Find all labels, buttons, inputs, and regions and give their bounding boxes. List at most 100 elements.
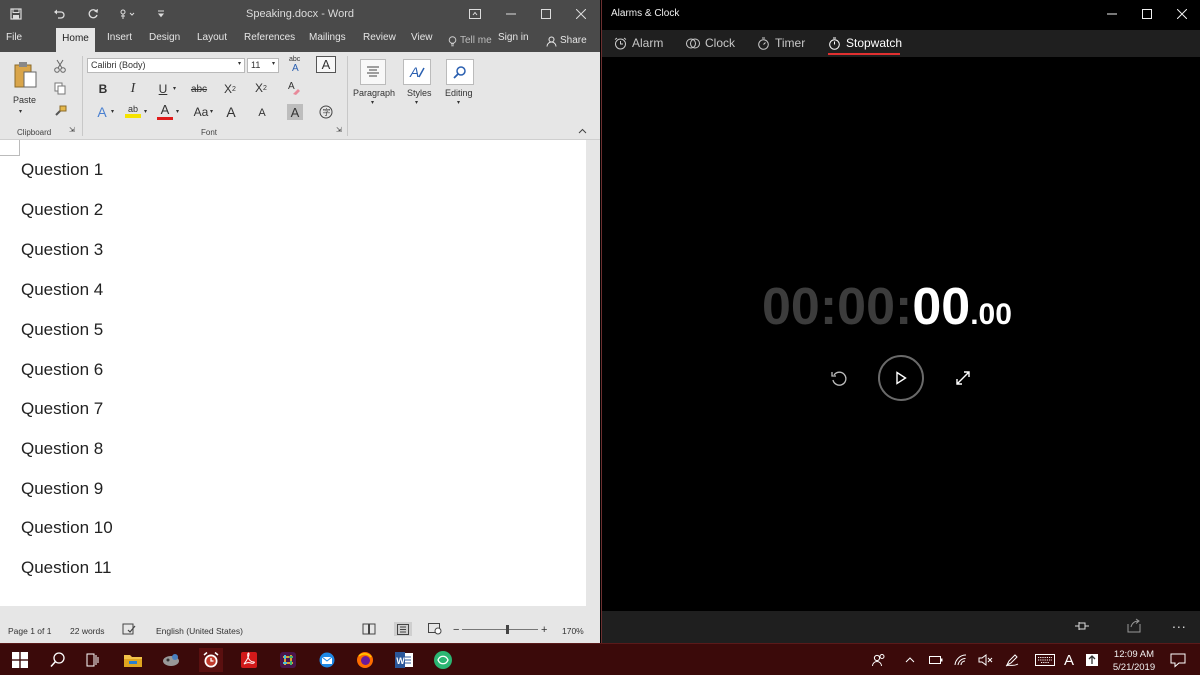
share-button[interactable]: Share (546, 32, 587, 50)
search-icon[interactable] (46, 648, 70, 672)
font-size-dropdown-icon[interactable]: ▾ (272, 60, 275, 67)
tab-insert[interactable]: Insert (107, 32, 132, 50)
acrobat-reader-icon[interactable] (237, 648, 261, 672)
clear-formatting-icon[interactable]: A (286, 79, 302, 97)
touch-mode-icon[interactable] (116, 4, 138, 24)
nav-alarm[interactable]: Alarm (614, 36, 663, 50)
highlight-button[interactable]: ab (124, 102, 142, 120)
document-line[interactable]: Question 4 (21, 280, 103, 300)
clipboard-launcher-icon[interactable]: ⇲ (69, 126, 75, 134)
tab-review[interactable]: Review (363, 32, 396, 50)
firefox-icon[interactable] (353, 648, 377, 672)
document-page[interactable]: Question 1 Question 2 Question 3 Questio… (0, 140, 586, 606)
proofing-icon[interactable] (122, 623, 136, 637)
more-options-button[interactable]: ... (1172, 615, 1187, 631)
underline-dropdown-icon[interactable]: ▾ (173, 85, 176, 92)
restore-icon[interactable] (535, 4, 557, 24)
cut-icon[interactable] (52, 58, 68, 74)
document-line[interactable]: Question 5 (21, 320, 103, 340)
share-icon[interactable] (1126, 618, 1142, 638)
grow-font-button[interactable]: A (223, 104, 239, 120)
action-center-icon[interactable] (1166, 648, 1190, 672)
shrink-font-button[interactable]: A (254, 106, 270, 120)
language-indicator[interactable]: English (United States) (156, 626, 243, 636)
tab-file[interactable]: File (6, 32, 22, 50)
redo-icon[interactable] (82, 4, 104, 24)
minimize-icon[interactable] (500, 4, 522, 24)
mail-app-icon[interactable] (315, 648, 339, 672)
nav-clock[interactable]: Clock (686, 36, 735, 50)
close-icon[interactable] (1169, 4, 1195, 24)
tab-home[interactable]: Home (56, 28, 95, 52)
print-layout-icon[interactable] (394, 622, 412, 636)
highlight-dropdown-icon[interactable]: ▾ (144, 108, 147, 115)
green-app-icon[interactable] (431, 648, 455, 672)
zoom-slider[interactable] (462, 629, 538, 630)
zoom-in-button[interactable]: + (541, 624, 547, 636)
document-line[interactable]: Question 9 (21, 479, 103, 499)
styles-label[interactable]: Styles (407, 88, 432, 98)
web-layout-icon[interactable] (428, 623, 442, 637)
undo-icon[interactable] (48, 4, 70, 24)
touch-keyboard-icon[interactable] (1033, 648, 1057, 672)
paragraph-icon[interactable] (360, 59, 386, 85)
nav-stopwatch[interactable]: Stopwatch (828, 36, 902, 50)
search-icon[interactable] (446, 59, 474, 85)
page-count[interactable]: Page 1 of 1 (8, 626, 51, 636)
maximize-icon[interactable] (1134, 4, 1160, 24)
superscript-button[interactable]: X2 (253, 80, 269, 96)
volume-muted-icon[interactable] (976, 648, 996, 672)
tab-references[interactable]: References (244, 32, 295, 50)
character-shading-button[interactable]: A (287, 104, 303, 120)
subscript-button[interactable]: X2 (222, 81, 238, 97)
expand-button[interactable] (952, 367, 974, 389)
collapse-ribbon-icon[interactable] (578, 126, 587, 136)
font-color-button[interactable]: A (156, 102, 174, 120)
document-line[interactable]: Question 11 (21, 558, 111, 578)
editing-dropdown-icon[interactable]: ▾ (457, 99, 460, 106)
battery-icon[interactable] (926, 648, 946, 672)
tab-layout[interactable]: Layout (197, 32, 227, 50)
zoom-out-button[interactable]: − (453, 624, 459, 636)
close-icon[interactable] (570, 4, 592, 24)
text-effects-dropdown-icon[interactable]: ▾ (111, 108, 114, 115)
save-icon[interactable] (5, 4, 27, 24)
document-line[interactable]: Question 1 (21, 160, 103, 180)
copy-icon[interactable] (52, 80, 68, 96)
pen-workspace-icon[interactable] (1002, 648, 1022, 672)
start-button[interactable] (878, 355, 924, 401)
ribbon-display-options-icon[interactable] (464, 4, 486, 24)
paste-label[interactable]: Paste (13, 95, 36, 105)
paragraph-dropdown-icon[interactable]: ▾ (371, 99, 374, 106)
file-explorer-icon[interactable] (121, 648, 145, 672)
enclose-characters-icon[interactable]: 字 (318, 104, 334, 120)
show-hidden-icons-icon[interactable] (900, 648, 920, 672)
task-view-icon[interactable] (80, 648, 104, 672)
word-taskbar-icon[interactable]: W (392, 648, 416, 672)
tell-me-box[interactable]: Tell me (448, 32, 492, 50)
font-color-dropdown-icon[interactable]: ▾ (176, 108, 179, 115)
document-line[interactable]: Question 6 (21, 360, 103, 380)
strikethrough-button[interactable]: abc (188, 81, 210, 97)
tab-design[interactable]: Design (149, 32, 180, 50)
font-name-box[interactable]: Calibri (Body) (87, 58, 245, 73)
underline-button[interactable]: U (155, 81, 171, 97)
zoom-slider-thumb[interactable] (506, 625, 509, 634)
change-case-button[interactable]: Aa (190, 104, 212, 120)
paragraph-label[interactable]: Paragraph (353, 88, 395, 98)
start-windows-icon[interactable] (8, 648, 32, 672)
bold-button[interactable]: B (95, 81, 111, 97)
styles-icon[interactable]: A (403, 59, 431, 85)
change-case-dropdown-icon[interactable]: ▾ (210, 108, 213, 115)
document-line[interactable]: Question 7 (21, 399, 103, 419)
input-method-indicator[interactable]: A (1060, 648, 1078, 672)
format-painter-icon[interactable] (52, 102, 68, 118)
tab-mailings[interactable]: Mailings (309, 32, 346, 50)
read-mode-icon[interactable] (362, 623, 376, 637)
tray-clock[interactable]: 12:09 AM 5/21/2019 (1106, 648, 1162, 674)
vertical-scrollbar[interactable] (586, 140, 600, 606)
wifi-icon[interactable] (951, 648, 971, 672)
security-app-icon[interactable] (1082, 648, 1102, 672)
sign-in-link[interactable]: Sign in (498, 32, 529, 50)
document-line[interactable]: Question 10 (21, 518, 113, 538)
